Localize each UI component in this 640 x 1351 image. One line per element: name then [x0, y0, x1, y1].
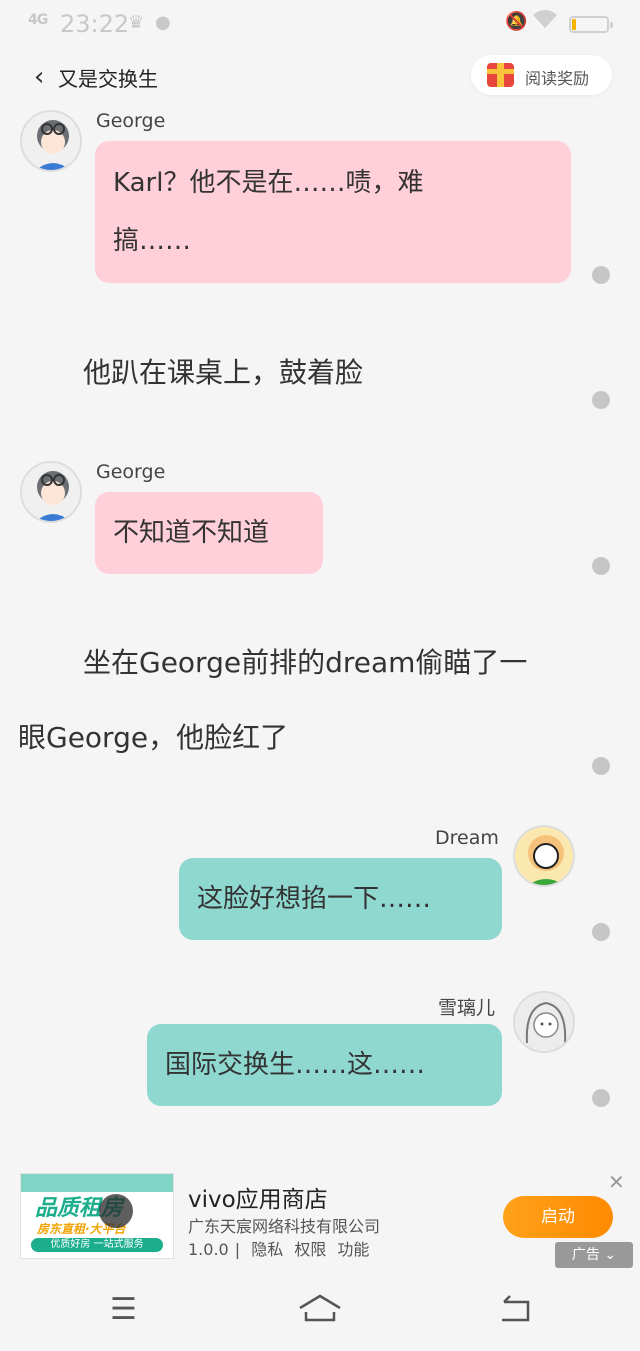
close-icon[interactable]: ✕ [608, 1170, 625, 1194]
sender-name: Dream [435, 827, 499, 849]
comment-dot[interactable] [592, 1089, 610, 1107]
comment-dot[interactable] [592, 923, 610, 941]
avatar-george[interactable] [20, 461, 82, 523]
chat-text: 这脸好想掐一下…… [197, 884, 432, 914]
launch-button[interactable]: 启动 [503, 1196, 613, 1238]
ad-features-link[interactable]: 功能 [337, 1240, 369, 1259]
ad-thumbnail[interactable]: 品质租房 房东直租·大平台 优质好房 一站式服务 [20, 1173, 174, 1259]
mute-icon: 🔕 [505, 11, 528, 32]
narration-paragraph: 眼George，他脸红了 [18, 721, 289, 754]
narration-paragraph: 他趴在课桌上，鼓着脸 [83, 356, 364, 389]
ad-permissions-link[interactable]: 权限 [294, 1240, 326, 1259]
page-title[interactable]: 又是交换生 [58, 63, 158, 92]
clock: 23:22 [60, 10, 130, 38]
home-icon[interactable] [298, 1292, 342, 1330]
chat-bubble[interactable]: 这脸好想掐一下…… [179, 858, 502, 940]
chat-line: 搞…… [113, 226, 192, 256]
comment-dot[interactable] [592, 391, 610, 409]
wifi-icon [531, 8, 559, 36]
chat-text: 国际交换生……这…… [165, 1050, 426, 1080]
ad-app-name[interactable]: vivo应用商店 [188, 1180, 328, 1214]
reward-label: 阅读奖励 [525, 69, 590, 88]
ad-company: 广东天宸网络科技有限公司 [188, 1217, 381, 1236]
message-icon: ● [155, 12, 171, 33]
status-bar: 4G 23:22 ♛ ● 🔕 [0, 0, 640, 50]
sender-name: 雪璃儿 [438, 997, 496, 1019]
crown-icon: ♛ [128, 12, 145, 33]
battery-icon [569, 16, 613, 33]
chat-bubble[interactable]: 不知道不知道 [95, 492, 323, 574]
chevron-left-icon[interactable]: ‹ [34, 62, 44, 92]
chat-text: 不知道不知道 [113, 518, 270, 548]
battery-level [572, 19, 577, 30]
sender-name: George [96, 110, 166, 132]
comment-dot[interactable] [592, 266, 610, 284]
ad-tag-label: 广告 [571, 1247, 600, 1263]
divider: | [234, 1240, 241, 1259]
chat-bubble[interactable]: Karl？他不是在……啧，难 搞…… [95, 141, 571, 283]
avatar-george[interactable] [20, 110, 82, 172]
ad-privacy-link[interactable]: 隐私 [251, 1240, 283, 1259]
reading-reward-button[interactable]: 阅读奖励 [471, 55, 612, 95]
comment-dot[interactable] [592, 757, 610, 775]
avatar-dream[interactable] [513, 825, 575, 887]
comment-dot[interactable] [592, 557, 610, 575]
menu-icon[interactable]: ☰ [110, 1292, 137, 1327]
ad-thumb-tagline: 优质好房 一站式服务 [50, 1239, 144, 1250]
ad-thumb-bar: 优质好房 一站式服务 [31, 1238, 163, 1252]
chat-bubble[interactable]: 国际交换生……这…… [147, 1024, 502, 1106]
ad-meta: 1.0.0 | 隐私 权限 功能 [188, 1236, 375, 1260]
record-icon [99, 1194, 133, 1228]
gift-box-icon [487, 63, 514, 87]
narration-paragraph: 坐在George前排的dream偷瞄了一 [83, 646, 528, 679]
ad-tag[interactable]: 广告 ⌄ [555, 1242, 633, 1268]
sender-name: George [96, 461, 166, 483]
signal-icon: 4G [28, 12, 48, 28]
avatar-xueli[interactable] [513, 991, 575, 1053]
chat-line: Karl？他不是在……啧，难 [113, 168, 424, 198]
back-icon[interactable] [498, 1292, 532, 1330]
ad-version: 1.0.0 [188, 1240, 229, 1259]
